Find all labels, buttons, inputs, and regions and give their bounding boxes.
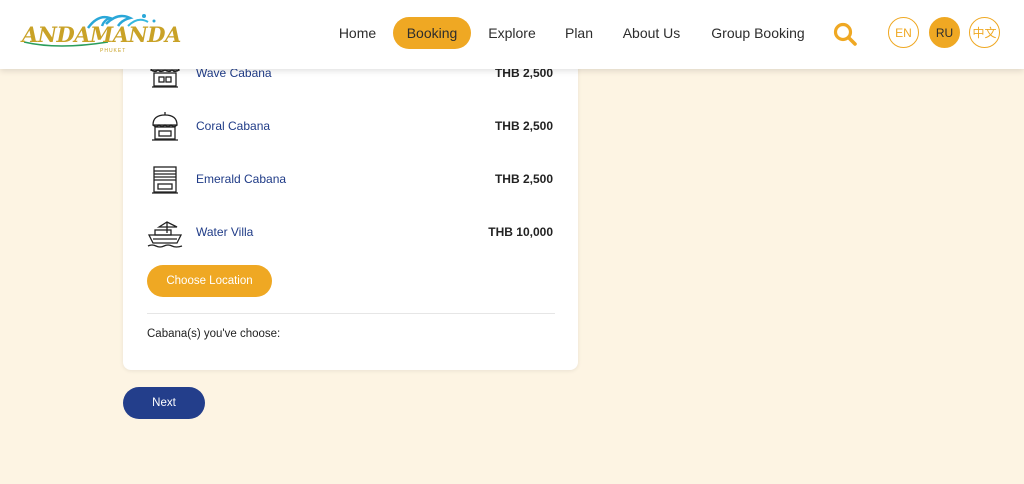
nav-explore[interactable]: Explore: [481, 17, 543, 49]
logo-subtext: PHUKET: [100, 48, 127, 54]
cabana-row-water-villa[interactable]: Water Villa THB 10,000: [147, 213, 555, 253]
logo-text: ANDAMANDA: [22, 22, 181, 47]
choose-location-button[interactable]: Choose Location: [147, 265, 272, 297]
next-button[interactable]: Next: [123, 387, 205, 419]
lang-en[interactable]: EN: [888, 17, 919, 48]
cabana-name: Emerald Cabana: [196, 172, 287, 186]
nav-group-booking[interactable]: Group Booking: [703, 17, 813, 49]
nav-booking[interactable]: Booking: [393, 17, 471, 49]
cabana-row-coral[interactable]: Coral Cabana THB 2,500: [147, 107, 555, 147]
cabana-shutter-icon: [152, 166, 178, 194]
cabana-name: Coral Cabana: [196, 119, 271, 133]
cabana-dome-icon: [152, 112, 178, 141]
cabana-card: Wave Cabana THB 2,500 Coral Cabana THB 2…: [123, 40, 578, 370]
cabana-name: Water Villa: [196, 225, 254, 239]
cabana-price: THB 10,000: [488, 225, 553, 239]
boat-icon: [147, 221, 183, 248]
search-icon[interactable]: [832, 21, 858, 47]
cabana-price: THB 2,500: [494, 172, 553, 186]
cabana-price: THB 2,500: [494, 119, 553, 133]
site-header: ANDAMANDA PHUKET Home Booking Explore Pl…: [0, 0, 1024, 69]
chosen-cabanas-label: Cabana(s) you've choose:: [147, 328, 281, 340]
divider: [147, 313, 555, 314]
cabana-row-emerald[interactable]: Emerald Cabana THB 2,500: [147, 160, 555, 200]
nav-about-us[interactable]: About Us: [615, 17, 688, 49]
lang-zh[interactable]: 中文: [969, 17, 1000, 48]
lang-ru[interactable]: RU: [929, 17, 960, 48]
nav-home[interactable]: Home: [330, 17, 385, 49]
nav-plan[interactable]: Plan: [558, 17, 600, 49]
andamanda-logo[interactable]: ANDAMANDA PHUKET: [18, 12, 181, 58]
